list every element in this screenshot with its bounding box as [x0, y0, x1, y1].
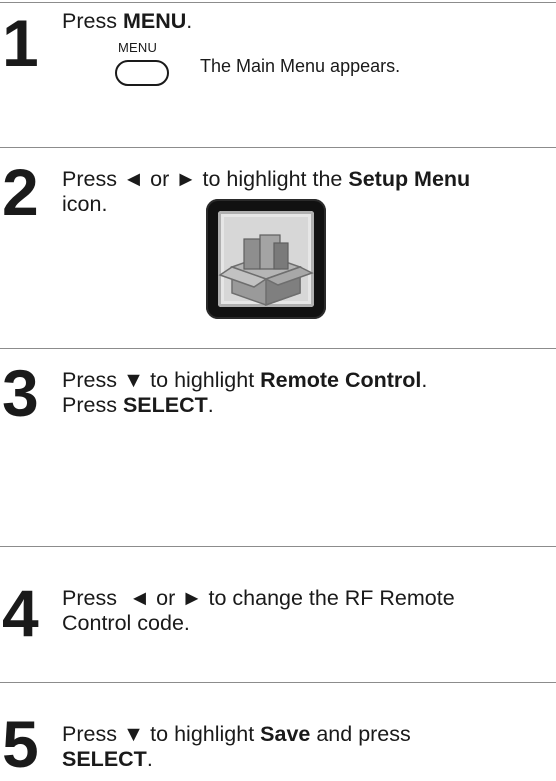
- step-instruction-cont: SELECT.: [62, 747, 153, 772]
- instruction-text: .: [207, 393, 214, 417]
- step-instruction: Press ▼ to highlight Remote Control.: [62, 368, 427, 393]
- instruction-text: Press ▼ to highlight: [62, 368, 261, 392]
- step-instruction-cont: Press SELECT.: [62, 393, 214, 418]
- instruction-text: and press: [310, 722, 411, 746]
- step-number: 4: [2, 576, 39, 650]
- box-icon: [218, 234, 314, 307]
- divider: [0, 147, 556, 148]
- step-number: 3: [2, 356, 39, 430]
- menu-key-name: MENU: [122, 9, 187, 33]
- remote-control-name: Remote Control: [260, 368, 422, 392]
- step-instruction: Press ◄ or ► to highlight the Setup Menu: [62, 167, 470, 192]
- instruction-text: Press: [62, 9, 123, 33]
- step-number: 1: [2, 6, 39, 80]
- instruction-text: .: [146, 747, 153, 771]
- step-3: 3 Press ▼ to highlight Remote Control. P…: [0, 350, 556, 545]
- step-1: 1 Press MENU. MENU The Main Menu appears…: [0, 0, 556, 146]
- menu-button-label: MENU: [118, 40, 158, 55]
- step-5: 5 Press ▼ to highlight Save and press SE…: [0, 684, 556, 781]
- step-instruction-cont: Control code.: [62, 611, 190, 635]
- instruction-text: Press ▼ to highlight: [62, 722, 261, 746]
- save-option-name: Save: [260, 722, 311, 746]
- step-note: The Main Menu appears.: [200, 56, 401, 76]
- instruction-text: Press: [62, 393, 123, 417]
- step-4: 4 Press ◄ or ► to change the RF Remote C…: [0, 548, 556, 681]
- instruction-text: Press ◄ or ► to highlight the: [62, 167, 349, 191]
- step-instruction: Press ◄ or ► to change the RF Remote: [62, 586, 455, 610]
- step-number: 5: [2, 707, 39, 781]
- step-number: 2: [2, 155, 39, 229]
- step-instruction: Press MENU.: [62, 9, 192, 34]
- step-instruction: Press ▼ to highlight Save and press: [62, 722, 411, 747]
- step-instruction-cont: icon.: [62, 192, 108, 216]
- select-key-name: SELECT: [62, 747, 147, 771]
- setup-menu-box-icon: [206, 199, 326, 319]
- setup-menu-name: Setup Menu: [348, 167, 471, 191]
- instruction-text: .: [421, 368, 428, 392]
- instruction-text: .: [186, 9, 193, 33]
- select-key-name: SELECT: [122, 393, 208, 417]
- divider: [0, 682, 556, 683]
- menu-button-icon: [115, 60, 169, 86]
- divider: [0, 348, 556, 349]
- divider: [0, 546, 556, 547]
